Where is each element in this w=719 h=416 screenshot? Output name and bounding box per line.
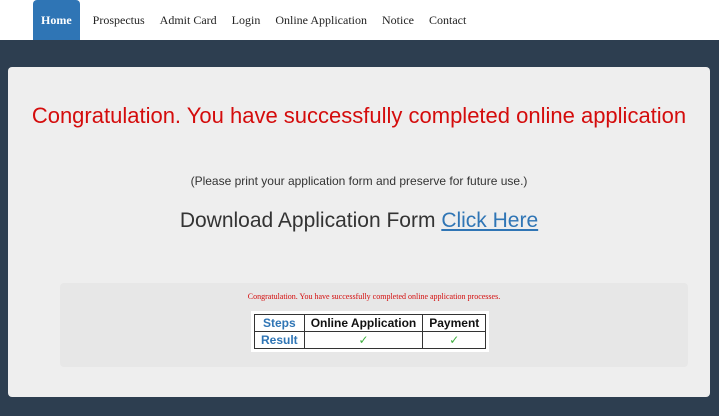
steps-table-wrapper: Steps Online Application Payment Result … — [251, 311, 490, 352]
nav-admit-card[interactable]: Admit Card — [153, 0, 224, 40]
download-label: Download Application Form — [179, 209, 436, 232]
nav-notice[interactable]: Notice — [375, 0, 421, 40]
check-icon: ✓ — [422, 331, 487, 349]
download-click-here-link[interactable]: Click Here — [441, 209, 538, 232]
header-payment: Payment — [422, 314, 487, 332]
main-nav: Home Prospectus Admit Card Login Online … — [0, 0, 719, 40]
check-icon: ✓ — [303, 331, 424, 349]
table-row: Result ✓ ✓ — [254, 331, 487, 349]
nav-home[interactable]: Home — [33, 0, 80, 40]
header-steps: Steps — [254, 314, 305, 332]
success-headline: Congratulation. You have successfully co… — [31, 103, 687, 128]
status-box: Congratulation. You have successfully co… — [60, 283, 688, 367]
nav-online-application[interactable]: Online Application — [268, 0, 374, 40]
nav-login[interactable]: Login — [225, 0, 268, 40]
table-header-row: Steps Online Application Payment — [254, 314, 487, 332]
steps-table: Steps Online Application Payment Result … — [254, 314, 487, 349]
print-note: (Please print your application form and … — [190, 174, 528, 188]
download-line: Download Application Form Click Here — [8, 209, 710, 233]
nav-contact[interactable]: Contact — [422, 0, 473, 40]
row-result-label: Result — [254, 331, 305, 349]
header-online-application: Online Application — [303, 314, 424, 332]
nav-prospectus[interactable]: Prospectus — [86, 0, 152, 40]
status-message: Congratulation. You have successfully co… — [247, 292, 501, 301]
top-navbar: Home Prospectus Admit Card Login Online … — [0, 0, 719, 40]
content-panel: Congratulation. You have successfully co… — [8, 67, 710, 397]
